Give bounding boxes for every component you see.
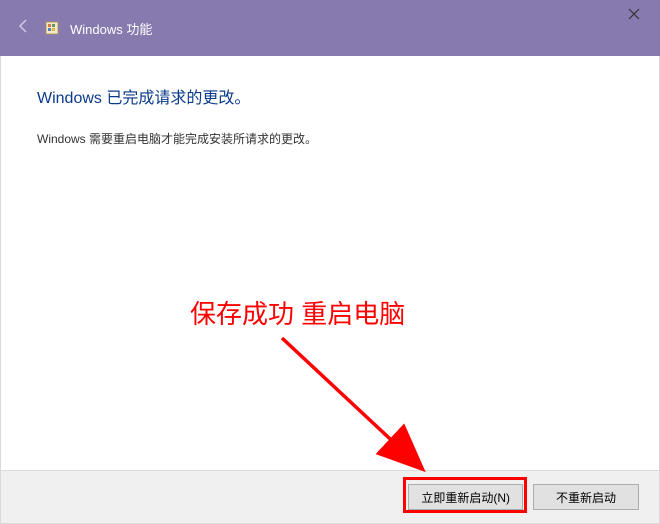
footer: 立即重新启动(N) 不重新启动 <box>0 470 660 524</box>
restart-now-button[interactable]: 立即重新启动(N) <box>408 484 523 510</box>
back-arrow-icon <box>14 17 32 40</box>
titlebar: Windows 功能 <box>0 0 660 56</box>
content-area: Windows 已完成请求的更改。 Windows 需要重启电脑才能完成安装所请… <box>0 56 660 470</box>
body-text: Windows 需要重启电脑才能完成安装所请求的更改。 <box>37 130 623 147</box>
window-title: Windows 功能 <box>70 19 152 38</box>
page-heading: Windows 已完成请求的更改。 <box>37 84 623 108</box>
no-restart-button[interactable]: 不重新启动 <box>533 484 639 510</box>
windows-features-icon <box>44 19 62 37</box>
close-button[interactable] <box>608 0 660 28</box>
